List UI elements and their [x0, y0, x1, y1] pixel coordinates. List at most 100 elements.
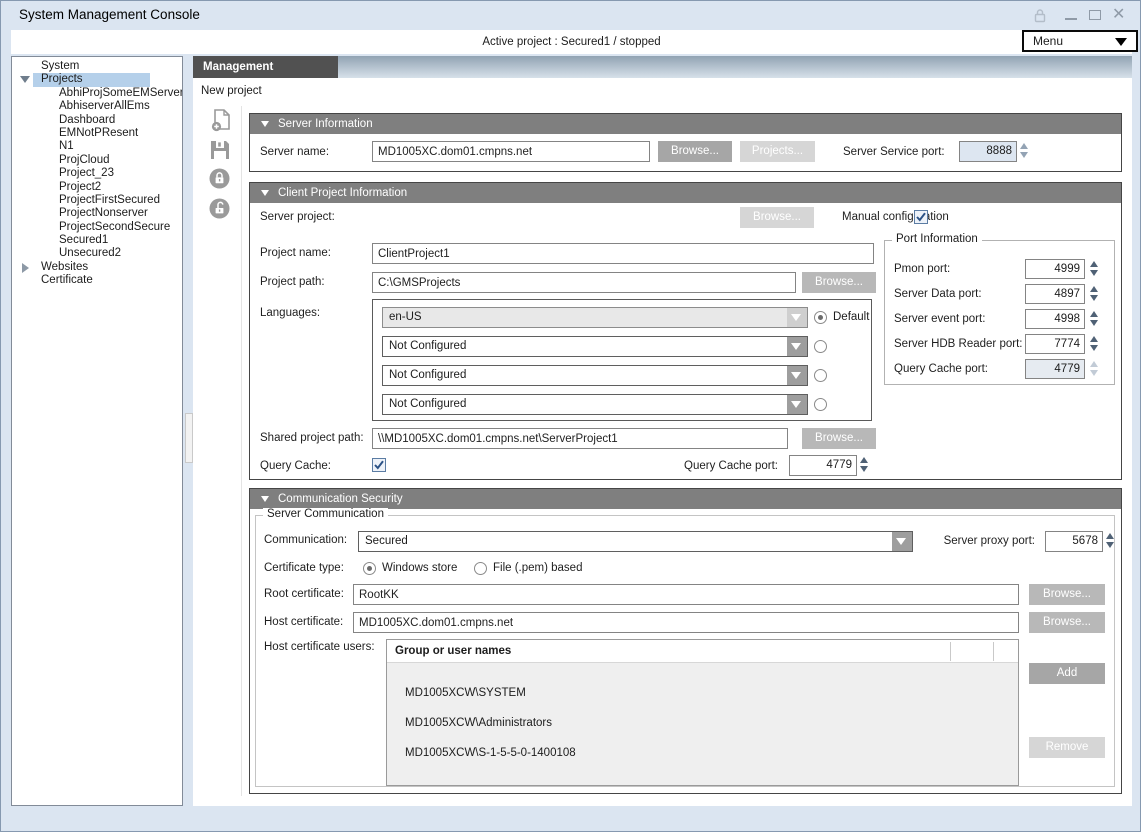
tree-item-label: AbhiserverAllEms — [59, 100, 150, 113]
tree-item-projectfirstsecured[interactable]: ProjectFirstSecured — [12, 194, 182, 207]
section-header[interactable]: Server Information — [250, 114, 1121, 134]
project-name-label: Project name: — [260, 243, 331, 264]
query-cache-checkbox[interactable] — [372, 458, 386, 472]
tree-scrollbar[interactable] — [185, 56, 193, 806]
port-row-spinner[interactable]: 4779 — [1025, 359, 1085, 379]
port-information-group: Port Information Pmon port:4999Server Da… — [884, 240, 1115, 385]
shared-project-path-input[interactable] — [372, 428, 788, 449]
expander-open-icon[interactable] — [20, 76, 30, 83]
section-header[interactable]: Communication Security — [250, 489, 1121, 509]
query-cache-port-spinner[interactable]: 4779 — [789, 455, 857, 476]
spinner-arrows-icon[interactable] — [1090, 361, 1100, 376]
language-default-radio-2[interactable] — [814, 340, 827, 353]
new-project-icon[interactable] — [209, 108, 233, 132]
remove-user-button[interactable]: Remove — [1029, 737, 1105, 758]
save-icon[interactable] — [209, 139, 233, 163]
project-path-browse-button[interactable]: Browse... — [802, 272, 876, 293]
tree-item-emnotpresent[interactable]: EMNotPResent — [12, 127, 182, 140]
host-certificate-input[interactable] — [353, 612, 1019, 633]
tree-item-projects[interactable]: Projects — [12, 73, 182, 86]
section-header[interactable]: Client Project Information — [250, 183, 1121, 203]
root-certificate-browse-button[interactable]: Browse... — [1029, 584, 1105, 605]
server-name-input[interactable] — [372, 141, 650, 162]
tree-item-projcloud[interactable]: ProjCloud — [12, 154, 182, 167]
tree-item-system[interactable]: System — [12, 60, 182, 73]
tree-item-dashboard[interactable]: Dashboard — [12, 114, 182, 127]
spinner-arrows-icon[interactable] — [1090, 261, 1100, 276]
maximize-button[interactable] — [1089, 10, 1101, 20]
tree-item-label: Project_23 — [59, 167, 114, 180]
expander-closed-icon[interactable] — [22, 263, 29, 273]
close-button[interactable]: ✕ — [1112, 4, 1125, 24]
tree-item-websites[interactable]: Websites — [12, 261, 182, 274]
spinner-arrows-icon[interactable] — [1090, 286, 1100, 301]
language-select-2[interactable]: Not Configured — [382, 336, 808, 357]
menu-dropdown[interactable]: Menu — [1022, 30, 1138, 52]
minimize-button[interactable] — [1065, 18, 1077, 20]
tree-item-label: Unsecured2 — [59, 247, 121, 260]
language-select-4[interactable]: Not Configured — [382, 394, 808, 415]
windows-store-radio[interactable] — [363, 562, 376, 575]
tree-item-abhiprojsomeemserver[interactable]: AbhiProjSomeEMServer — [12, 87, 182, 100]
unlock-icon[interactable] — [209, 198, 233, 222]
port-row-spinner[interactable]: 4998 — [1025, 309, 1085, 329]
tree-item-project_23[interactable]: Project_23 — [12, 167, 182, 180]
spinner-arrows-icon[interactable] — [860, 457, 870, 472]
language-default-radio-4[interactable] — [814, 398, 827, 411]
language-select-1[interactable]: en-US — [382, 307, 808, 328]
tab-management[interactable]: Management — [193, 56, 338, 78]
tree-item-projectnonserver[interactable]: ProjectNonserver — [12, 207, 182, 220]
user-list-item[interactable]: MD1005XCW\Administrators — [387, 708, 1018, 738]
active-project-status: Active project : Secured1 / stopped — [11, 30, 1132, 54]
server-proxy-port-label: Server proxy port: — [928, 531, 1035, 552]
project-path-input[interactable] — [372, 272, 796, 293]
tree-item-project2[interactable]: Project2 — [12, 181, 182, 194]
chevron-down-icon[interactable] — [787, 337, 807, 356]
host-certificate-browse-button[interactable]: Browse... — [1029, 612, 1105, 633]
project-name-input[interactable] — [372, 243, 874, 264]
server-proxy-port-spinner[interactable]: 5678 — [1045, 531, 1103, 552]
spinner-arrows-icon[interactable] — [1106, 533, 1116, 548]
spinner-arrows-icon[interactable] — [1090, 311, 1100, 326]
lock-icon[interactable] — [209, 168, 233, 192]
language-select-value: Not Configured — [389, 395, 466, 414]
spinner-arrows-icon[interactable] — [1020, 143, 1030, 158]
chevron-down-icon[interactable] — [787, 395, 807, 414]
chevron-down-icon[interactable] — [787, 366, 807, 385]
users-column-header[interactable]: Group or user names — [387, 640, 1018, 663]
tree-scrollbar-thumb[interactable] — [185, 413, 193, 463]
pem-file-radio[interactable] — [474, 562, 487, 575]
projects-button[interactable]: Projects... — [740, 141, 815, 162]
server-service-port-spinner[interactable]: 8888 — [959, 141, 1017, 162]
tree-item-certificate[interactable]: Certificate — [12, 274, 182, 287]
tree-item-abhiserverallems[interactable]: AbhiserverAllEms — [12, 100, 182, 113]
spinner-arrows-icon[interactable] — [1090, 336, 1100, 351]
root-certificate-input[interactable] — [353, 584, 1019, 605]
communication-select[interactable]: Secured — [358, 531, 913, 552]
tree-item-projectsecondsecure[interactable]: ProjectSecondSecure — [12, 221, 182, 234]
chevron-down-icon[interactable] — [892, 532, 912, 551]
tree-item-secured1[interactable]: Secured1 — [12, 234, 182, 247]
new-project-command[interactable]: New project — [201, 85, 262, 97]
user-list-item[interactable]: MD1005XCW\SYSTEM — [387, 678, 1018, 708]
manual-configuration-checkbox[interactable] — [914, 210, 928, 224]
menu-dropdown-label: Menu — [1033, 32, 1063, 50]
port-row-spinner[interactable]: 4897 — [1025, 284, 1085, 304]
host-certificate-users-list[interactable]: Group or user names MD1005XCW\SYSTEMMD10… — [386, 639, 1019, 786]
shared-path-browse-button[interactable]: Browse... — [802, 428, 876, 449]
tree-item-label: ProjectFirstSecured — [59, 194, 160, 207]
language-select-value: en-US — [389, 308, 422, 327]
tree-item-unsecured2[interactable]: Unsecured2 — [12, 247, 182, 260]
port-row-spinner[interactable]: 7774 — [1025, 334, 1085, 354]
add-user-button[interactable]: Add — [1029, 663, 1105, 684]
tree-item-n1[interactable]: N1 — [12, 140, 182, 153]
user-list-item[interactable]: MD1005XCW\S-1-5-5-0-1400108 — [387, 738, 1018, 768]
server-browse-button[interactable]: Browse... — [658, 141, 732, 162]
port-row-spinner[interactable]: 4999 — [1025, 259, 1085, 279]
language-select-3[interactable]: Not Configured — [382, 365, 808, 386]
chevron-down-icon[interactable] — [787, 308, 807, 327]
language-default-radio-3[interactable] — [814, 369, 827, 382]
toolbar-divider — [241, 106, 242, 796]
server-project-browse-button[interactable]: Browse... — [740, 207, 814, 228]
language-default-radio-1[interactable] — [814, 311, 827, 324]
